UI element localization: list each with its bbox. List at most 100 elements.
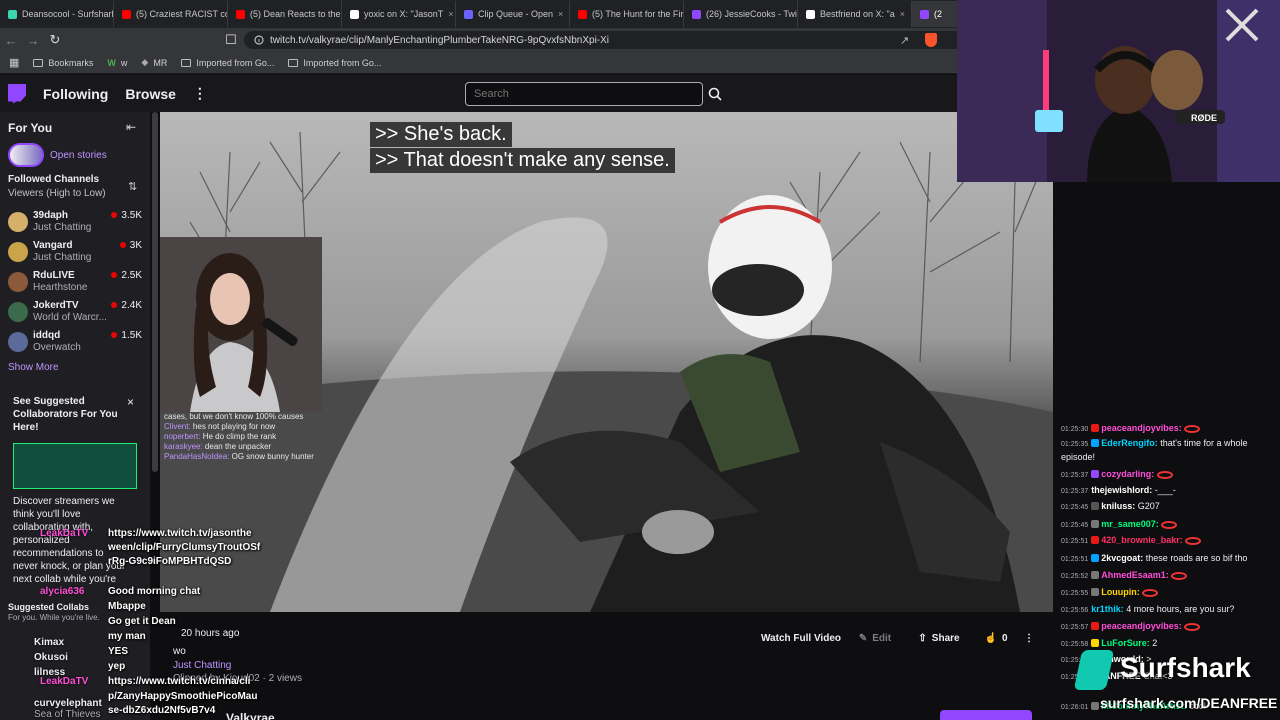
apps-grid-icon[interactable]: ▦ <box>9 56 19 69</box>
chat-badge-icon <box>1091 470 1100 478</box>
surfshark-url: surfshark.com/DEANFREE <box>1100 695 1278 711</box>
tab-close-icon[interactable]: × <box>900 9 905 19</box>
channel-avatar <box>8 242 28 262</box>
chat-timestamp: 01:25:45 <box>1061 522 1089 529</box>
tab-favicon-icon <box>806 9 815 19</box>
search-input[interactable] <box>465 82 703 106</box>
show-more-link[interactable]: Show More <box>8 362 59 373</box>
edit-button[interactable]: ✎ Edit <box>850 627 900 649</box>
channel-avatar <box>8 332 28 352</box>
inset-chat-text: He do climp the rank <box>202 432 277 441</box>
inset-chat-user: karaskyee: <box>164 442 203 451</box>
chat-overlay-column: 01:25:30 peaceandjoyvibes: 01:25:35 EderRe… <box>1053 182 1280 720</box>
tab-favicon-icon <box>122 9 131 19</box>
emote-icon <box>1171 571 1188 580</box>
sidebar-channel[interactable]: RduLIVE Hearthstone 2.5K <box>8 269 150 299</box>
chat-username[interactable]: thejewishlord: <box>1091 485 1152 495</box>
more-options-icon[interactable]: ⋮ <box>1022 627 1036 649</box>
chat-message: 01:25:51 2kvcgoat: these roads are so bif… <box>1061 552 1280 566</box>
back-icon[interactable]: ← <box>0 33 22 48</box>
sort-icon[interactable]: ⇅ <box>128 180 137 193</box>
channel-name: JokerdTV <box>33 300 79 311</box>
browser-tab[interactable]: (5) Craziest RACIST co× <box>114 1 228 27</box>
subscribe-button[interactable] <box>940 710 1032 720</box>
nav-more-icon[interactable]: ⋮ <box>193 85 207 102</box>
chat-username[interactable]: LuForSure: <box>1101 638 1150 648</box>
chat-username[interactable]: peaceandjoyvibes: <box>1101 423 1182 433</box>
browser-tab[interactable]: (26) JessieCooks - Twit× <box>684 1 798 27</box>
overlay-chat-text: se-dbZ6xdu2Nf5vB7v4 <box>108 705 216 716</box>
suggested-collabs-footer-sub: For you. While you're live. <box>8 613 100 622</box>
sidebar-channel[interactable]: iddqd Overwatch 1.5K <box>8 329 150 359</box>
browser-tab[interactable]: Deansocool - Surfshark× <box>0 1 114 27</box>
tab-title: Bestfriend on X: "a <box>820 9 895 19</box>
chat-username[interactable]: AhmedEsaam1: <box>1101 570 1169 580</box>
url-bar[interactable]: twitch.tv/valkyrae/clip/ManlyEnchantingP… <box>244 31 964 49</box>
nav-browse[interactable]: Browse <box>125 86 176 102</box>
search-button[interactable] <box>704 82 726 106</box>
brave-shield-icon[interactable] <box>925 33 937 47</box>
overlay-chat-text: Mbappe <box>108 601 146 612</box>
live-dot-icon <box>111 212 118 218</box>
sidebar-channel[interactable]: JokerdTV World of Warcr... 2.4K <box>8 299 150 329</box>
tab-close-icon[interactable]: × <box>558 9 563 19</box>
bookmark-mr[interactable]: ◆ MR <box>141 57 167 68</box>
streamer-figure <box>160 237 322 412</box>
bookmark-imported-1[interactable]: Imported from Go... <box>181 58 274 68</box>
tab-close-icon[interactable]: × <box>448 9 453 19</box>
inset-chat: cases, but we don't know 100% causes Cliv… <box>164 412 334 462</box>
bookmark-w[interactable]: Ww <box>107 58 127 68</box>
chat-message: 01:25:35 EderRengifo: that's time for a w… <box>1061 437 1280 464</box>
inset-chat-line: PandaHasNoIdea: OG snow bunny hunter <box>164 452 334 462</box>
collapse-sidebar-icon[interactable]: ⇤ <box>126 120 136 134</box>
browser-tab[interactable]: Clip Queue - Open × <box>456 1 570 27</box>
share-page-icon[interactable]: ↗ <box>900 34 909 47</box>
chat-username[interactable]: 2kvcgoat: <box>1101 553 1143 563</box>
suggested-collabs-footer-title[interactable]: Suggested Collabs <box>8 602 89 612</box>
bookmark-star-icon[interactable]: ☐ <box>220 32 242 48</box>
close-icon[interactable]: × <box>127 395 134 409</box>
clip-category-link[interactable]: Just Chatting <box>173 660 231 671</box>
sidebar-channel[interactable]: 39daph Just Chatting 3.5K <box>8 209 150 239</box>
open-stories[interactable]: Open stories <box>8 143 107 167</box>
bookmark-imported-2[interactable]: Imported from Go... <box>288 58 381 68</box>
emote-icon <box>1185 536 1202 545</box>
chat-username[interactable]: 420_brownie_bakr: <box>1101 535 1183 545</box>
chat-username[interactable]: EderRengifo: <box>1101 438 1158 448</box>
viewer-count-value: 2.4K <box>121 300 142 311</box>
channel-name[interactable]: Valkyrae <box>226 711 275 720</box>
host-webcam-overlay: RØDE <box>957 0 1280 182</box>
chat-badge-icon <box>1091 571 1100 579</box>
tab-favicon-icon <box>920 9 929 19</box>
chat-text: 2 <box>1152 638 1158 648</box>
video-player[interactable]: >> She's back. >> That doesn't make any … <box>160 112 1053 612</box>
overlay-left-game: Sea of Thieves <box>34 709 101 720</box>
sidebar-channel[interactable]: Vangard Just Chatting 3K <box>8 239 150 269</box>
channel-name: 39daph <box>33 210 69 221</box>
browser-tab[interactable]: yoxic on X: "JasonT × <box>342 1 456 27</box>
chat-username[interactable]: kr1thik: <box>1091 604 1124 614</box>
sidebar-scrollbar[interactable] <box>152 112 158 472</box>
watch-full-video-button[interactable]: Watch Full Video <box>756 627 846 649</box>
browser-tab[interactable]: (5) The Hunt for the Fir× <box>570 1 684 27</box>
nav-following[interactable]: Following <box>43 86 108 102</box>
twitch-logo-icon[interactable] <box>8 83 26 104</box>
site-info-icon[interactable] <box>254 35 264 45</box>
chat-badge-icon <box>1091 536 1100 544</box>
chat-username[interactable]: cozydarling: <box>1101 469 1154 479</box>
chat-username[interactable]: mr_same007: <box>1101 519 1159 529</box>
chat-username[interactable]: kniluss: <box>1101 501 1135 511</box>
like-button[interactable]: ☝ 0 <box>980 627 1012 649</box>
chat-username[interactable]: peaceandjoyvibes: <box>1101 621 1182 631</box>
live-dot-icon <box>119 242 126 248</box>
chat-badge-icon <box>1091 639 1100 647</box>
channel-avatar <box>8 212 28 232</box>
browser-tab[interactable]: Bestfriend on X: "a × <box>798 1 912 27</box>
bookmark-bookmarks[interactable]: Bookmarks <box>33 58 93 68</box>
forward-icon[interactable]: → <box>22 33 44 48</box>
reload-icon[interactable]: ↻ <box>44 32 66 48</box>
chat-username[interactable]: Louupin: <box>1101 587 1139 597</box>
browser-tab[interactable]: (5) Dean Reacts to the× <box>228 1 342 27</box>
caption-line-1: >> She's back. <box>370 122 512 147</box>
share-button[interactable]: ⇧ Share <box>914 627 964 649</box>
